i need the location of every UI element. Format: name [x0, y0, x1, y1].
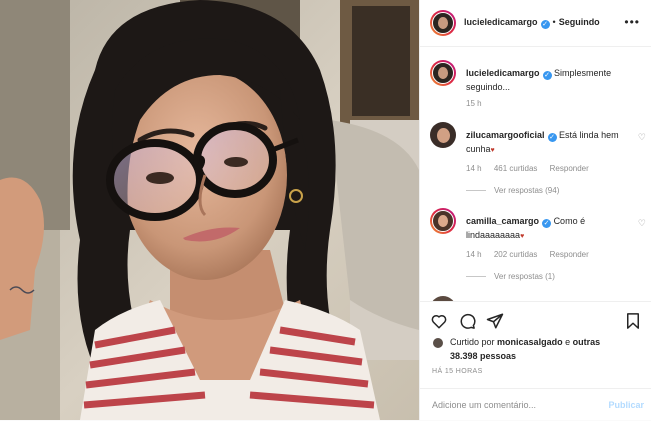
- reply-button[interactable]: Responder: [550, 250, 589, 259]
- action-icons: [430, 310, 642, 332]
- author-username[interactable]: lucieledicamargo: [464, 17, 538, 27]
- liked-prefix: Curtido por: [450, 337, 495, 347]
- like-comment-heart-icon[interactable]: ♡: [638, 218, 646, 229]
- liked-by-text: Curtido por monicasalgado e outras 38.39…: [450, 335, 630, 363]
- follow-status-button[interactable]: Seguindo: [559, 17, 600, 27]
- comment-likes[interactable]: 202 curtidas: [494, 250, 538, 259]
- verified-badge-icon: ✓: [547, 133, 557, 142]
- caption-body: lucieledicamargo ✓ Simplesmente seguindo.…: [466, 66, 626, 94]
- author-info: lucieledicamargo ✓ • Seguindo: [464, 17, 600, 29]
- author-avatar[interactable]: [430, 10, 456, 36]
- post-sidebar: lucieledicamargo ✓ • Seguindo ••• lucieledi…: [419, 0, 651, 420]
- comment-body: zilucamargooficial ✓ Está linda hem cunha…: [466, 128, 626, 158]
- like-comment-heart-icon[interactable]: ♡: [638, 132, 646, 143]
- save-bookmark-icon[interactable]: [624, 312, 642, 330]
- comment-time[interactable]: 14 h: [466, 164, 482, 173]
- post-time-ago[interactable]: HÁ 15 HORAS: [432, 368, 483, 375]
- selfie-image: [0, 0, 419, 420]
- commenter-avatar[interactable]: [430, 122, 456, 148]
- share-send-icon[interactable]: [486, 312, 504, 330]
- liker-avatar[interactable]: [432, 337, 444, 349]
- comment-meta: 15 h: [466, 99, 492, 108]
- comment-meta: 14 h 461 curtidas Responder: [466, 164, 599, 173]
- comment-time[interactable]: 14 h: [466, 250, 482, 259]
- separator-dot: •: [552, 17, 556, 27]
- like-heart-icon[interactable]: [430, 312, 448, 330]
- view-replies-label: Ver respostas (94): [494, 186, 560, 195]
- view-replies-button[interactable]: Ver respostas (1): [466, 272, 555, 281]
- more-options-icon[interactable]: •••: [624, 16, 640, 28]
- post-photo[interactable]: [0, 0, 419, 420]
- comment-username[interactable]: zilucamargooficial: [466, 130, 545, 140]
- reply-button[interactable]: Responder: [550, 164, 589, 173]
- replies-line: [466, 190, 486, 191]
- comment-input[interactable]: Adicione um comentário...: [432, 400, 536, 410]
- post-header: lucieledicamargo ✓ • Seguindo •••: [420, 0, 651, 47]
- add-comment-bar: Adicione um comentário... Publicar: [420, 388, 651, 421]
- comment-body: camilla_camargo ✓ Como é lindaaaaaaaa♥: [466, 214, 626, 244]
- caption-avatar[interactable]: [430, 60, 456, 86]
- view-replies-button[interactable]: Ver respostas (94): [466, 186, 559, 195]
- replies-line: [466, 276, 486, 277]
- liked-user-link[interactable]: monicasalgado: [497, 337, 563, 347]
- liked-joiner: e: [565, 337, 571, 347]
- verified-badge-icon: ✓: [540, 20, 550, 29]
- comment-username[interactable]: lucieledicamargo: [466, 68, 540, 78]
- commenter-avatar[interactable]: [430, 208, 456, 234]
- comment-likes[interactable]: 461 curtidas: [494, 164, 538, 173]
- comment-time[interactable]: 15 h: [466, 99, 482, 108]
- comment-bubble-icon[interactable]: [458, 312, 476, 330]
- comments-list[interactable]: lucieledicamargo ✓ Simplesmente seguindo.…: [420, 48, 651, 301]
- post-actions: Curtido por monicasalgado e outras 38.39…: [420, 301, 651, 420]
- instagram-post: lucieledicamargo ✓ • Seguindo ••• lucieledi…: [0, 0, 651, 420]
- verified-badge-icon: ✓: [542, 219, 552, 228]
- red-heart-emoji-icon: ♥: [490, 147, 495, 154]
- comment-username[interactable]: camilla_camargo: [466, 216, 539, 226]
- verified-badge-icon: ✓: [542, 71, 552, 80]
- comment-meta: 14 h 202 curtidas Responder: [466, 250, 599, 259]
- red-heart-emoji-icon: ♥: [520, 233, 525, 240]
- publish-button[interactable]: Publicar: [608, 400, 644, 410]
- view-replies-label: Ver respostas (1): [494, 272, 555, 281]
